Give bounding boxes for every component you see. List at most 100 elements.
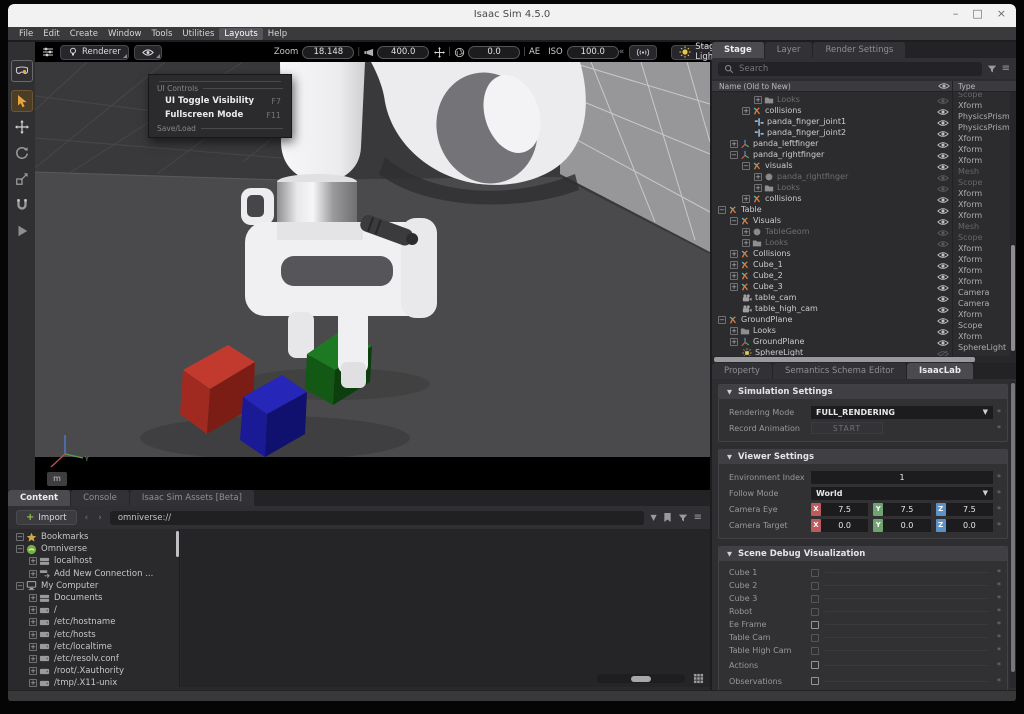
- input-environment-index[interactable]: 1: [811, 471, 993, 484]
- checkbox[interactable]: [811, 595, 819, 603]
- content-row[interactable]: +/root/.Xauthority: [8, 665, 179, 677]
- stage-row[interactable]: −VisualsXform: [712, 210, 1016, 221]
- select-tool-button[interactable]: [11, 90, 33, 112]
- section-header[interactable]: ▼Simulation Settings: [719, 385, 1007, 399]
- filter-icon[interactable]: [987, 64, 997, 74]
- rotate-tool-button[interactable]: [11, 142, 33, 164]
- tab-stage[interactable]: Stage: [712, 42, 765, 58]
- menu-file[interactable]: File: [14, 28, 38, 40]
- stage-row[interactable]: +Cube_1Xform: [712, 254, 1016, 265]
- menu-tools[interactable]: Tools: [146, 28, 177, 40]
- viewport-settings-icon[interactable]: [42, 46, 54, 58]
- stage-row[interactable]: +CollisionsXform: [712, 243, 1016, 254]
- stage-row[interactable]: SphereLightSphereLight: [712, 342, 1016, 353]
- expand-toggle[interactable]: +: [29, 643, 37, 651]
- content-row[interactable]: +/tmp/.X11-unix: [8, 677, 179, 687]
- content-row[interactable]: +Documents: [8, 592, 179, 604]
- filter-icon[interactable]: [678, 513, 688, 523]
- import-button[interactable]: + Import: [16, 510, 77, 525]
- expand-toggle[interactable]: +: [29, 667, 37, 675]
- checkbox[interactable]: [811, 677, 819, 685]
- axis-value-y[interactable]: 0.0: [883, 519, 930, 532]
- view-options-icon[interactable]: ≡: [694, 512, 702, 523]
- grid-view-icon[interactable]: [693, 673, 704, 684]
- checkbox[interactable]: [811, 634, 819, 642]
- menu-help[interactable]: Help: [263, 28, 292, 40]
- stage-row[interactable]: +panda_leftfingerXform: [712, 133, 1016, 144]
- camera-visibility-tool-button[interactable]: [11, 60, 33, 82]
- stage-row[interactable]: panda_finger_joint1PhysicsPrismatic: [712, 111, 1016, 122]
- stage-row[interactable]: +collisionsXform: [712, 100, 1016, 111]
- checkbox[interactable]: [811, 621, 819, 629]
- play-tool-button[interactable]: [11, 220, 33, 242]
- stage-row[interactable]: +Cube_3Xform: [712, 276, 1016, 287]
- camera-visibility-button[interactable]: [134, 45, 162, 60]
- section-header[interactable]: ▼Scene Debug Visualization: [719, 547, 1007, 561]
- content-row[interactable]: −Bookmarks: [8, 531, 179, 543]
- content-row[interactable]: −Omniverse: [8, 543, 179, 555]
- expand-toggle[interactable]: +: [29, 606, 37, 614]
- renderer-button[interactable]: Renderer: [60, 45, 129, 60]
- stage-row[interactable]: −panda_rightfingerXform: [712, 144, 1016, 155]
- stage-row[interactable]: +LooksScope: [712, 320, 1016, 331]
- section-header[interactable]: ▼Viewer Settings: [719, 450, 1007, 464]
- menu-item-ui-toggle-visibility[interactable]: UI Toggle VisibilityF7: [149, 94, 291, 108]
- pan-icon[interactable]: [434, 47, 445, 58]
- stage-row[interactable]: table_high_camCamera: [712, 298, 1016, 309]
- axis-value-y[interactable]: 7.5: [883, 503, 930, 516]
- checkbox[interactable]: [811, 582, 819, 590]
- tab-console[interactable]: Console: [71, 490, 130, 506]
- collapse-toggle[interactable]: −: [16, 582, 24, 590]
- focal-length-field[interactable]: 400.0: [377, 46, 429, 59]
- content-row[interactable]: +/: [8, 604, 179, 616]
- stage-vscrollbar[interactable]: [1010, 92, 1016, 356]
- stage-row[interactable]: +panda_rightfingerMesh: [712, 166, 1016, 177]
- checkbox[interactable]: [811, 661, 819, 669]
- stage-row[interactable]: panda_finger_joint2PhysicsPrismatic: [712, 122, 1016, 133]
- content-row[interactable]: +/etc/localtime: [8, 641, 179, 653]
- axis-value-x[interactable]: 7.5: [821, 503, 868, 516]
- column-name-header[interactable]: Name (Old to New): [719, 82, 791, 91]
- stage-row[interactable]: +collisionsXform: [712, 188, 1016, 199]
- expand-toggle[interactable]: +: [29, 618, 37, 626]
- menu-window[interactable]: Window: [103, 28, 147, 40]
- axis-value-z[interactable]: 0.0: [946, 519, 993, 532]
- tab-render-settings[interactable]: Render Settings: [813, 42, 906, 58]
- tab-layer[interactable]: Layer: [765, 42, 814, 58]
- content-row[interactable]: −My Computer: [8, 580, 179, 592]
- content-row[interactable]: +/etc/hostname: [8, 616, 179, 628]
- dropdown-follow-mode[interactable]: World▼: [811, 487, 993, 500]
- property-scrollbar[interactable]: [1010, 381, 1016, 688]
- tab-isaaclab[interactable]: IsaacLab: [907, 363, 974, 379]
- menu-edit[interactable]: Edit: [38, 28, 64, 40]
- content-row[interactable]: +Add New Connection ...: [8, 568, 179, 580]
- tab-content[interactable]: Content: [8, 490, 71, 506]
- stage-row[interactable]: +LooksScope: [712, 92, 1016, 100]
- menu-item-fullscreen-mode[interactable]: Fullscreen ModeF11: [149, 108, 291, 122]
- content-row[interactable]: +/etc/hosts: [8, 629, 179, 641]
- stage-row[interactable]: −GroundPlaneXform: [712, 309, 1016, 320]
- close-button[interactable]: ×: [997, 7, 1006, 20]
- dropdown-rendering-mode[interactable]: FULL_RENDERING▼: [811, 406, 993, 419]
- viewport[interactable]: Renderer Zoom 18.148 | 400.0 | 0.0 | AE: [35, 42, 710, 490]
- tab-semantics-schema-editor[interactable]: Semantics Schema Editor: [773, 363, 907, 379]
- thumbnail-size-slider[interactable]: [597, 674, 685, 683]
- expand-toggle[interactable]: +: [29, 631, 37, 639]
- stage-row[interactable]: +TableGeomMesh: [712, 221, 1016, 232]
- checkbox[interactable]: [811, 569, 819, 577]
- snap-tool-button[interactable]: [11, 194, 33, 216]
- collapse-toggle[interactable]: −: [16, 533, 24, 541]
- options-icon[interactable]: ≡: [1002, 63, 1010, 74]
- back-button[interactable]: ‹: [83, 513, 91, 523]
- scale-tool-button[interactable]: [11, 168, 33, 190]
- content-row[interactable]: +localhost: [8, 555, 179, 567]
- expand-toggle[interactable]: +: [29, 557, 37, 565]
- iso-field[interactable]: 100.0: [567, 46, 619, 59]
- checkbox[interactable]: [811, 608, 819, 616]
- expand-toggle[interactable]: +: [29, 594, 37, 602]
- checkbox[interactable]: [811, 647, 819, 655]
- menu-layouts[interactable]: Layouts: [219, 28, 262, 40]
- content-files-area[interactable]: [181, 529, 710, 687]
- minimize-button[interactable]: –: [953, 7, 959, 20]
- maximize-button[interactable]: □: [972, 7, 982, 20]
